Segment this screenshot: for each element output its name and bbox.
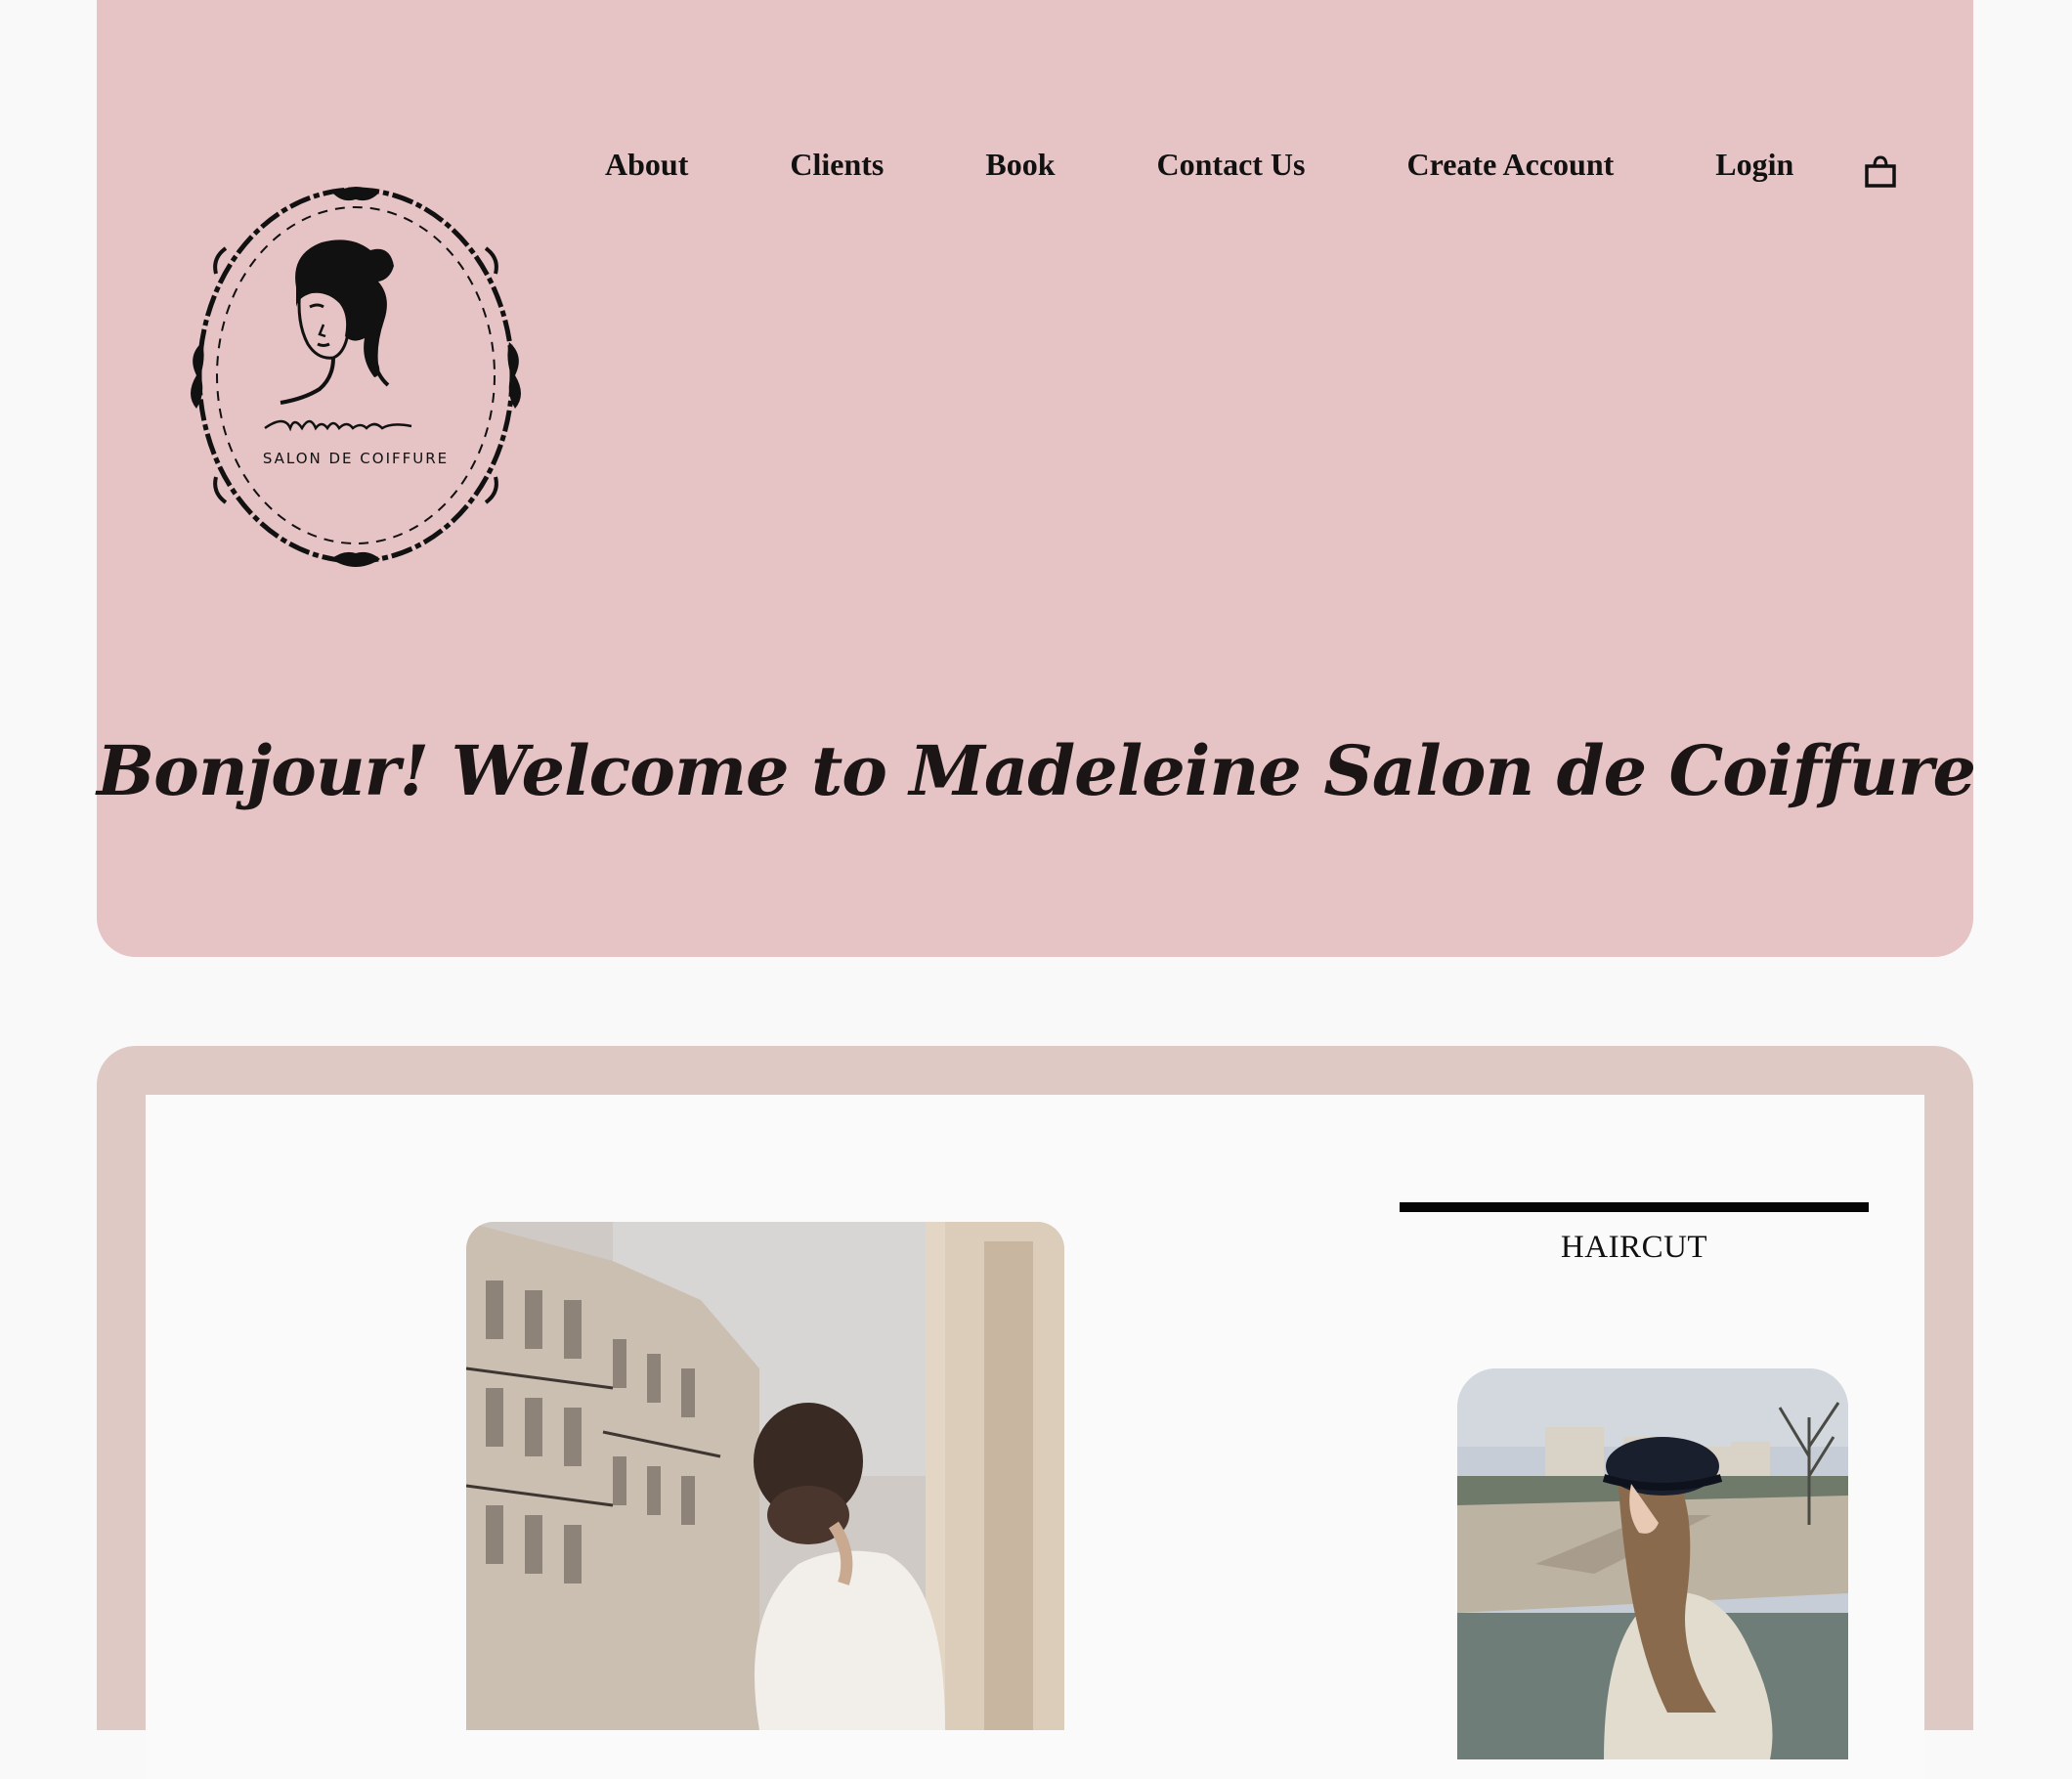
featured-photo	[466, 1222, 1064, 1730]
haircut-photo[interactable]	[1457, 1368, 1848, 1759]
service-divider	[1400, 1202, 1869, 1212]
shopping-bag-icon[interactable]	[1864, 154, 1897, 192]
hero-header: About Clients Book Contact Us Create Acc…	[97, 0, 1976, 957]
service-title: HAIRCUT	[1560, 1230, 1708, 1265]
nav-create-account-link[interactable]: Create Account	[1406, 143, 1614, 186]
nav-contact-link[interactable]: Contact Us	[1157, 143, 1306, 186]
service-card-haircut[interactable]: HAIRCUT	[1400, 1202, 1869, 1266]
nav-clients-link[interactable]: Clients	[790, 143, 884, 186]
salon-logo[interactable]: SALON DE COIFFURE	[187, 180, 529, 575]
content-panel: HAIRCUT	[146, 1095, 1924, 1779]
nav-about-link[interactable]: About	[605, 143, 688, 186]
content-frame: HAIRCUT	[97, 1046, 1973, 1779]
logo-subtitle: SALON DE COIFFURE	[263, 450, 449, 467]
welcome-heading: Bonjour! Welcome to Madeleine Salon de C…	[97, 729, 1976, 811]
nav-login-link[interactable]: Login	[1715, 143, 1793, 186]
nav-book-link[interactable]: Book	[985, 143, 1055, 186]
main-nav: About Clients Book Contact Us Create Acc…	[605, 143, 1793, 186]
